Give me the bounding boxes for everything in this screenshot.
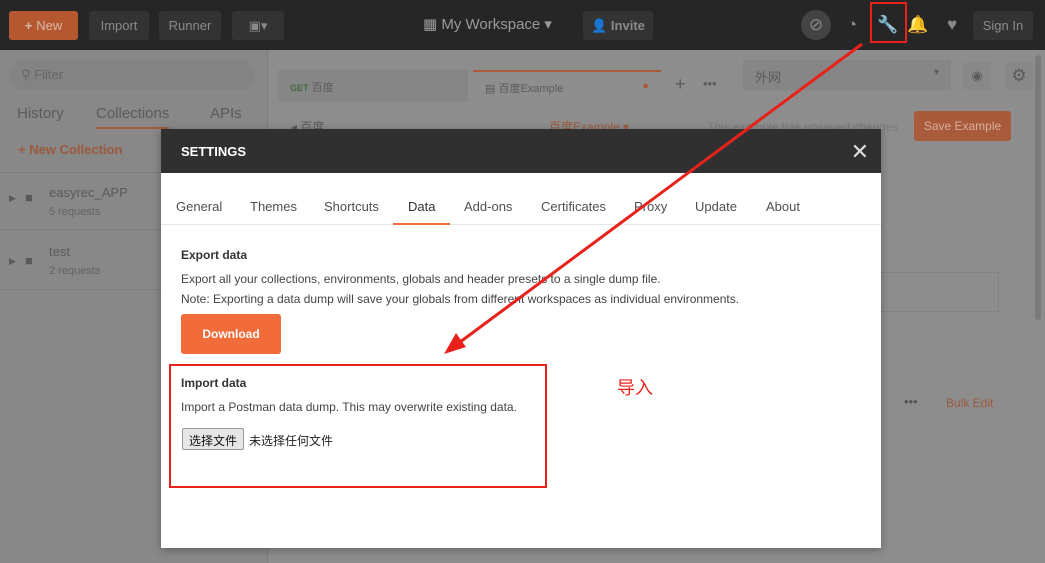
annotation-box-import: [169, 364, 547, 488]
arrow-head: [444, 333, 466, 354]
annotation-label: 导入: [617, 378, 653, 398]
arrow-line: [451, 42, 863, 350]
